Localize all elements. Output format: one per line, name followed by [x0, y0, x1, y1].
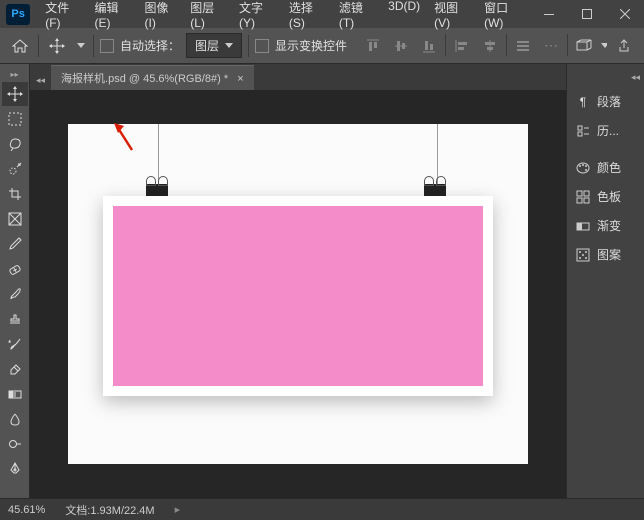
window-controls	[530, 0, 644, 28]
artboard	[68, 124, 528, 464]
expand-tools-icon[interactable]: ▸▸	[8, 68, 20, 81]
auto-select-target-dropdown[interactable]: 图层	[186, 33, 242, 58]
panel-label: 历...	[597, 122, 619, 139]
history-icon	[575, 123, 591, 139]
panels-dock: ◂◂ ¶ 段落 历... 颜色 色板 渐变 图案	[566, 64, 644, 498]
status-bar: 45.61% 文档:1.93M/22.4M ▸	[0, 498, 644, 520]
menu-type[interactable]: 文字(Y)	[232, 0, 282, 34]
quick-select-tool[interactable]	[2, 157, 28, 181]
menu-filter[interactable]: 滤镜(T)	[332, 0, 381, 34]
color-icon	[575, 160, 591, 176]
align-left-icon[interactable]	[450, 34, 474, 58]
more-options-icon[interactable]: ⋯	[539, 34, 563, 58]
menu-edit[interactable]: 编辑(E)	[88, 0, 138, 34]
panel-patterns[interactable]: 图案	[567, 240, 644, 269]
panel-label: 图案	[597, 246, 621, 263]
panel-label: 颜色	[597, 159, 621, 176]
panel-gradient[interactable]: 渐变	[567, 211, 644, 240]
separator	[567, 34, 568, 56]
document-tab-bar: ◂◂ 海报样机.psd @ 45.6%(RGB/8#) * ×	[30, 64, 566, 90]
separator	[38, 35, 39, 57]
zoom-level[interactable]: 45.61%	[8, 504, 45, 516]
marquee-tool[interactable]	[2, 107, 28, 131]
move-tool-indicator-icon[interactable]	[45, 34, 69, 58]
eraser-tool[interactable]	[2, 357, 28, 381]
brush-tool[interactable]	[2, 282, 28, 306]
align-top-icon[interactable]	[361, 34, 385, 58]
frame-tool[interactable]	[2, 207, 28, 231]
chevron-down-icon	[225, 43, 233, 48]
poster-frame	[103, 196, 493, 396]
separator	[445, 34, 446, 56]
crop-tool[interactable]	[2, 182, 28, 206]
panel-color[interactable]: 颜色	[567, 153, 644, 182]
app-logo: Ps	[6, 4, 30, 25]
separator	[506, 34, 507, 56]
move-tool[interactable]	[2, 82, 28, 106]
panel-label: 段落	[597, 93, 621, 110]
history-brush-tool[interactable]	[2, 332, 28, 356]
close-button[interactable]	[606, 0, 644, 28]
blur-tool[interactable]	[2, 407, 28, 431]
main-area: ▸▸ ◂◂ 海报样机.psd @ 45.6%(RGB/8#) * ×	[0, 64, 644, 498]
document-tab[interactable]: 海报样机.psd @ 45.6%(RGB/8#) * ×	[51, 65, 254, 90]
align-vcenter-icon[interactable]	[389, 34, 413, 58]
poster-content	[113, 206, 483, 386]
align-hcenter-icon[interactable]	[478, 34, 502, 58]
dropdown-icon[interactable]	[75, 34, 87, 58]
auto-select-checkbox[interactable]	[100, 39, 114, 53]
title-bar: Ps 文件(F) 编辑(E) 图像(I) 图层(L) 文字(Y) 选择(S) 滤…	[0, 0, 644, 28]
menu-layer[interactable]: 图层(L)	[183, 0, 232, 34]
menu-select[interactable]: 选择(S)	[282, 0, 332, 34]
auto-select-target-value: 图层	[195, 37, 219, 54]
swatches-icon	[575, 189, 591, 205]
main-menu: 文件(F) 编辑(E) 图像(I) 图层(L) 文字(Y) 选择(S) 滤镜(T…	[38, 0, 530, 34]
doc-info[interactable]: 文档:1.93M/22.4M	[65, 502, 154, 518]
document-area: ◂◂ 海报样机.psd @ 45.6%(RGB/8#) * ×	[30, 64, 566, 498]
menu-window[interactable]: 窗口(W)	[477, 0, 530, 34]
patterns-icon	[575, 247, 591, 263]
annotation-arrow-icon	[112, 122, 136, 152]
3d-mode-icon[interactable]	[572, 34, 596, 58]
distribute-icon[interactable]	[511, 34, 535, 58]
panel-history[interactable]: 历...	[567, 116, 644, 145]
stamp-tool[interactable]	[2, 307, 28, 331]
pen-tool[interactable]	[2, 457, 28, 481]
panel-swatches[interactable]: 色板	[567, 182, 644, 211]
gradient-icon	[575, 218, 591, 234]
tab-close-icon[interactable]: ×	[237, 73, 243, 85]
eyedropper-tool[interactable]	[2, 232, 28, 256]
panel-label: 色板	[597, 188, 621, 205]
align-bottom-icon[interactable]	[417, 34, 441, 58]
show-transform-checkbox[interactable]	[255, 39, 269, 53]
maximize-button[interactable]	[568, 0, 606, 28]
tools-panel: ▸▸	[0, 64, 30, 498]
menu-image[interactable]: 图像(I)	[137, 0, 183, 34]
menu-file[interactable]: 文件(F)	[38, 0, 87, 34]
menu-3d[interactable]: 3D(D)	[381, 0, 427, 34]
lasso-tool[interactable]	[2, 132, 28, 156]
auto-select-label: 自动选择：	[120, 37, 180, 54]
tab-title: 海报样机.psd @ 45.6%(RGB/8#) *	[61, 73, 228, 85]
healing-tool[interactable]	[2, 257, 28, 281]
paragraph-icon: ¶	[575, 94, 591, 110]
options-right-group: ⋯	[361, 34, 636, 58]
minimize-button[interactable]	[530, 0, 568, 28]
separator	[248, 35, 249, 57]
show-transform-label: 显示变换控件	[275, 37, 347, 54]
collapse-tabs-icon[interactable]: ◂◂	[30, 71, 51, 90]
status-more-icon[interactable]: ▸	[175, 503, 181, 516]
gradient-tool[interactable]	[2, 382, 28, 406]
separator	[93, 35, 94, 57]
menu-view[interactable]: 视图(V)	[427, 0, 477, 34]
panel-gap	[567, 145, 644, 153]
panel-label: 渐变	[597, 217, 621, 234]
dodge-tool[interactable]	[2, 432, 28, 456]
collapse-panels-icon[interactable]: ◂◂	[567, 68, 644, 87]
home-icon[interactable]	[8, 34, 32, 58]
share-icon[interactable]	[612, 34, 636, 58]
panel-paragraph[interactable]: ¶ 段落	[567, 87, 644, 116]
canvas-viewport[interactable]	[30, 90, 566, 498]
chevron-down-icon[interactable]	[600, 34, 608, 58]
